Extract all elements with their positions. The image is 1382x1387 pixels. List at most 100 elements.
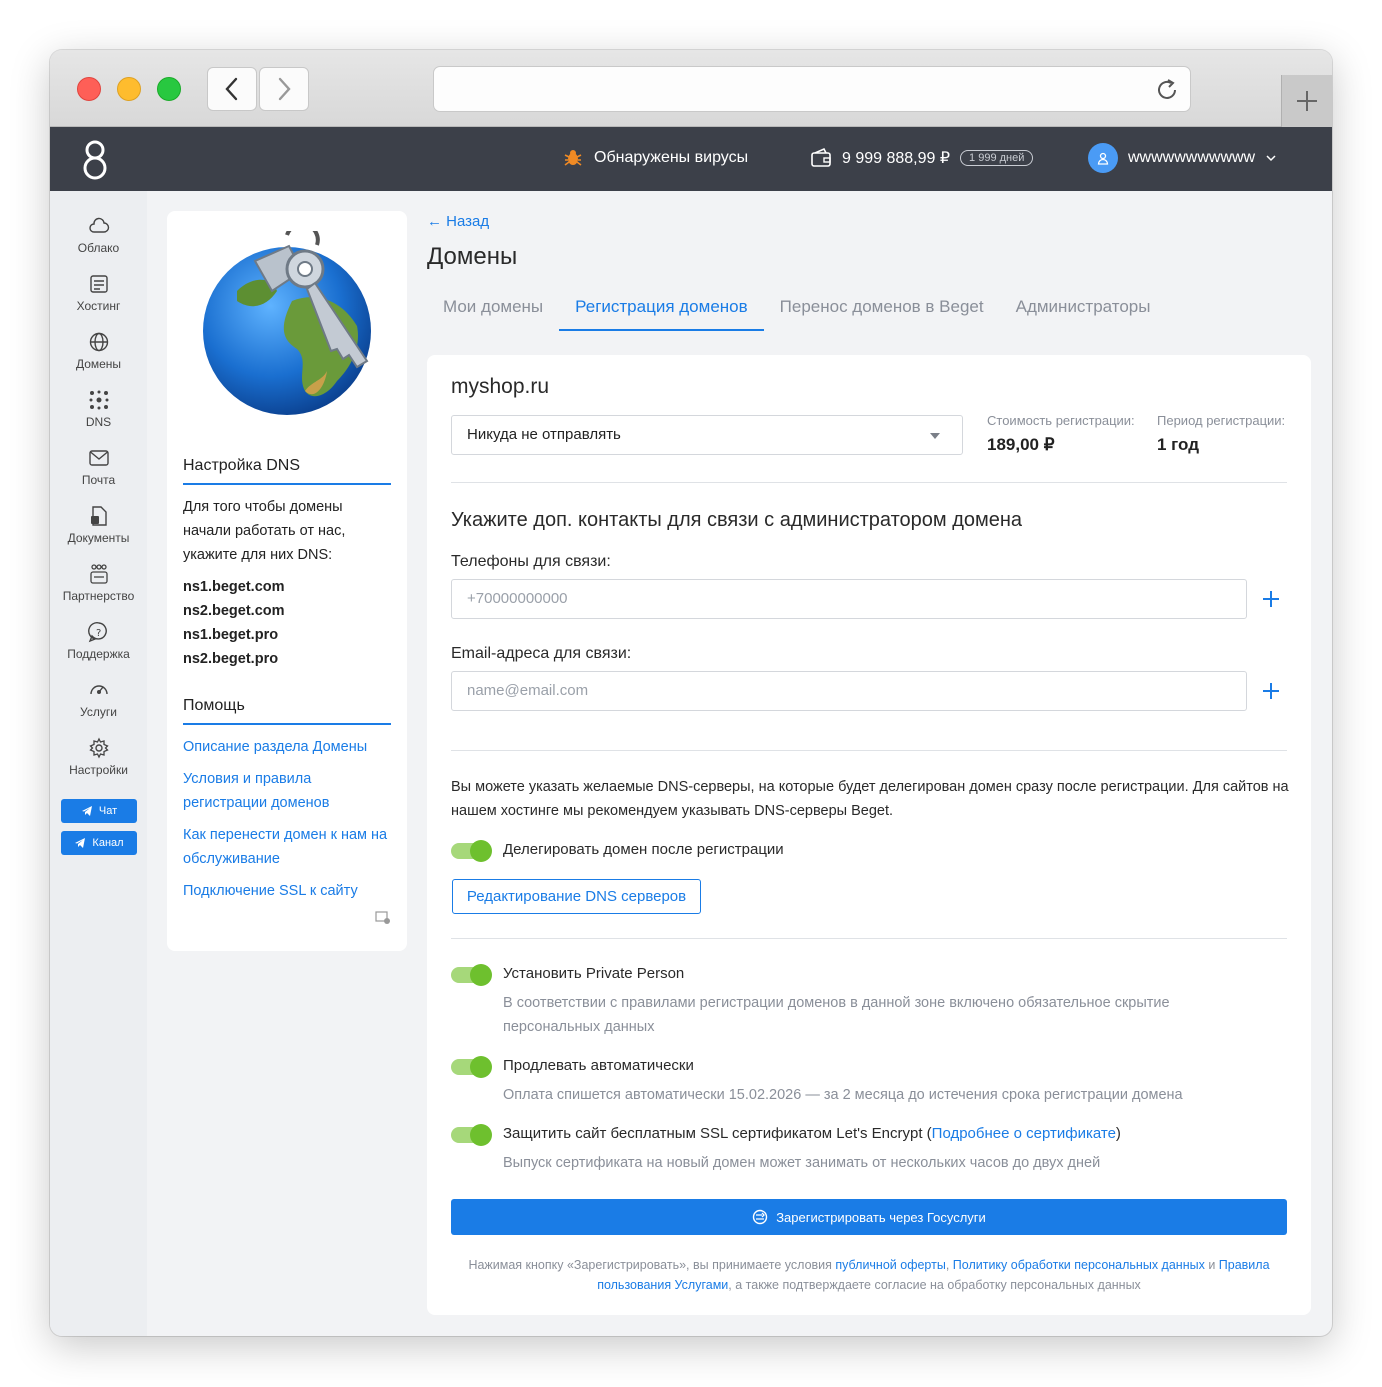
add-phone-button[interactable] [1263,591,1279,607]
user-menu[interactable]: wwwwwwwwwww [1088,143,1277,173]
ns-server: ns1.beget.pro [183,627,279,643]
private-person-toggle[interactable] [451,964,492,986]
domain-tabs: Мои домены Регистрация доменов Перенос д… [427,289,1166,331]
balance-widget[interactable]: 9 999 888,99 ₽ 1 999 дней [810,147,1034,169]
info-card: Настройка DNS Для того чтобы домены нача… [167,211,407,951]
browser-forward-button[interactable] [259,67,309,111]
settings-mini-icon[interactable] [375,911,391,925]
sidebar-item-services[interactable]: Услуги [50,679,147,735]
delegate-toggle[interactable] [451,840,492,862]
dns-settings-title: Настройка DNS [183,457,391,485]
phone-input[interactable]: +70000000000 [451,579,1247,619]
virus-alert[interactable]: Обнаружены вирусы [562,147,748,169]
domain-name: myshop.ru [451,375,550,398]
ssl-toggle[interactable] [451,1124,492,1146]
sidebar-item-settings[interactable]: Настройки [50,737,147,793]
tab-my-domains[interactable]: Мои домены [427,289,559,331]
maximize-window-button[interactable] [157,77,181,101]
address-bar[interactable] [433,66,1191,112]
phones-label: Телефоны для связи: [451,553,611,570]
new-tab-button[interactable] [1281,75,1332,127]
registration-form: myshop.ru Никуда не отправлять Стоимость… [427,355,1311,1315]
dns-settings-text: Для того чтобы домены начали работать от… [183,499,346,563]
offer-link[interactable]: публичной оферты [835,1258,945,1272]
sidebar-item-label: Поддержка [67,647,130,661]
edit-dns-button[interactable]: Редактирование DNS серверов [452,879,701,914]
sidebar-item-partnership[interactable]: Партнерство [50,563,147,619]
balance-amount: 9 999 888,99 ₽ [842,150,951,167]
beget-logo-icon[interactable] [80,137,110,181]
tab-register-domains[interactable]: Регистрация доменов [559,289,764,331]
sidebar-item-label: Домены [75,357,122,371]
ssl-label-text: Защитить сайт бесплатным SSL сертификато… [503,1125,932,1142]
minimize-window-button[interactable] [117,77,141,101]
browser-back-button[interactable] [207,67,257,111]
sidebar-item-hosting[interactable]: Хостинг [50,273,147,329]
autorenew-desc: Оплата спишется автоматически 15.02.2026… [503,1087,1183,1103]
toggle-knob [470,964,492,986]
period-label: Период регистрации: [1157,413,1286,428]
cloud-icon [88,217,109,233]
page-title: Домены [427,243,518,270]
partnership-icon [89,564,108,584]
sidebar-item-support[interactable]: ? Поддержка [50,621,147,677]
ns-server: ns2.beget.com [183,603,285,619]
cost-value: 189,00 ₽ [987,435,1055,454]
sidebar-item-documents[interactable]: Документы [50,505,147,561]
tab-transfer-domains[interactable]: Перенос доменов в Beget [764,289,1000,331]
sidebar: Облако Хостинг Домены DNS Почта Документ… [50,191,147,1336]
sidebar-item-dns[interactable]: DNS [50,389,147,445]
sidebar-item-label: DNS [85,415,112,429]
plus-icon [1297,91,1317,111]
chat-button[interactable]: Чат [61,799,137,823]
sidebar-item-cloud[interactable]: Облако [50,215,147,271]
back-link[interactable]: ← Назад [427,213,489,230]
support-icon: ? [87,622,107,643]
gosuslugi-icon [753,1209,768,1225]
sidebar-item-mail[interactable]: Почта [50,447,147,503]
ssl-label-close: ) [1115,1125,1121,1142]
arrow-left-icon: ← [427,213,442,230]
help-link-transfer[interactable]: Как перенести домен к нам на обслуживани… [183,823,393,871]
documents-icon [90,506,107,526]
legal-notice: Нажимая кнопку «Зарегистрировать», вы пр… [451,1255,1287,1295]
email-input[interactable]: name@email.com [451,671,1247,711]
sidebar-item-label: Настройки [69,763,128,777]
help-link-ssl[interactable]: Подключение SSL к сайту [183,879,393,903]
sidebar-item-label: Услуги [80,705,117,719]
legal-text: Нажимая кнопку «Зарегистрировать», вы пр… [468,1258,836,1272]
ssl-more-link[interactable]: Подробнее о сертификате [932,1125,1116,1142]
days-badge: 1 999 дней [960,150,1034,166]
app-topbar: Обнаружены вирусы 9 999 888,99 ₽ 1 999 д… [50,127,1332,191]
browser-window: Обнаружены вирусы 9 999 888,99 ₽ 1 999 д… [50,50,1332,1336]
telegram-icon [81,806,92,816]
channel-button-label: Канал [92,837,124,849]
divider [451,938,1287,939]
legal-text: , а также подтверждаете согласие на обра… [728,1278,1141,1292]
chevron-right-icon [278,77,291,101]
add-email-button[interactable] [1263,683,1279,699]
help-link-domains[interactable]: Описание раздела Домены [183,735,393,759]
user-icon [1097,152,1109,165]
autorenew-toggle[interactable] [451,1056,492,1078]
contact-select[interactable]: Никуда не отправлять [451,415,963,455]
sidebar-item-domains[interactable]: Домены [50,331,147,387]
hosting-icon [89,275,108,293]
chevron-down-icon [1266,155,1276,162]
wallet-icon [811,147,831,167]
divider [451,750,1287,751]
globe-with-keys-illustration [203,231,371,415]
contact-select-value: Никуда не отправлять [467,426,621,443]
help-link-rules[interactable]: Условия и правила регистрации доменов [183,767,393,815]
register-gosuslugi-button[interactable]: Зарегистрировать через Госуслуги [451,1199,1287,1235]
username: wwwwwwwwwww [1128,149,1256,166]
tab-administrators[interactable]: Администраторы [1000,289,1167,331]
sidebar-item-label: Партнерство [62,589,135,603]
private-person-label: Установить Private Person [503,965,685,982]
reload-icon[interactable] [1154,77,1180,103]
close-window-button[interactable] [77,77,101,101]
privacy-policy-link[interactable]: Политику обработки персональных данных [953,1258,1205,1272]
autorenew-label: Продлевать автоматически [503,1057,694,1074]
virus-alert-text: Обнаружены вирусы [594,149,749,166]
channel-button[interactable]: Канал [61,831,137,855]
